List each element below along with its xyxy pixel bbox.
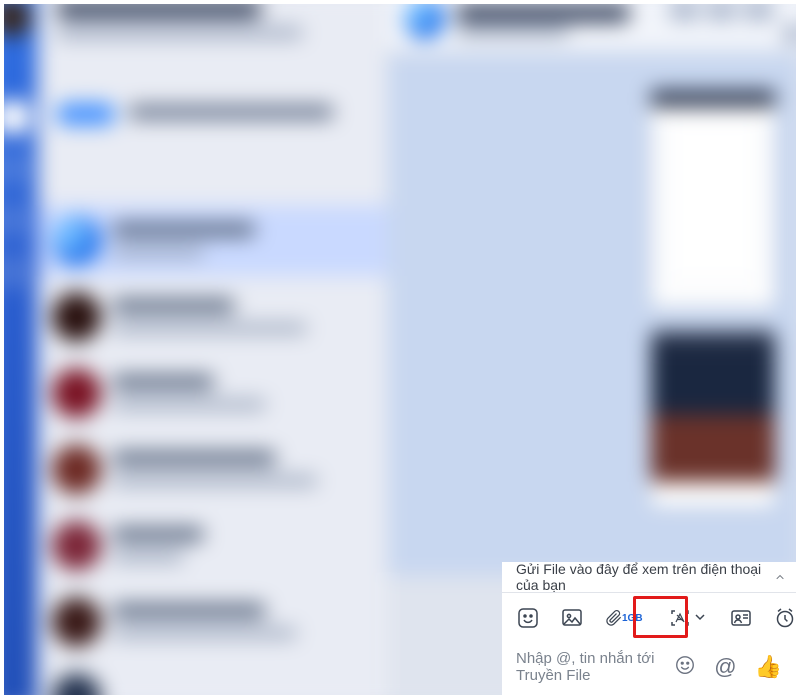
attach-size-badge: 1GB: [622, 613, 643, 624]
contact-header-sub: [56, 27, 303, 39]
chat-title: [456, 4, 631, 23]
filters-row: [128, 105, 334, 119]
chevron-up-icon[interactable]: [774, 570, 786, 584]
filter-pill[interactable]: [56, 103, 116, 126]
attach-button[interactable]: 1GB: [604, 605, 643, 631]
conversation-item[interactable]: [37, 434, 387, 504]
reminder-button[interactable]: [773, 605, 797, 631]
composer-hint-bar[interactable]: Gửi File vào đây để xem trên điện thoại …: [502, 562, 796, 593]
conversation-item-selected[interactable]: [37, 206, 387, 276]
header-action[interactable]: [670, 0, 699, 20]
conversation-item[interactable]: [37, 358, 387, 428]
chat-avatar[interactable]: [404, 0, 445, 39]
header-action[interactable]: [783, 25, 800, 44]
nav-chat-icon[interactable]: [0, 101, 29, 134]
nav-cloud-icon[interactable]: [0, 255, 29, 288]
dropdown-caret-icon[interactable]: [695, 609, 705, 627]
app-frame: Gửi File vào đây để xem trên điện thoại …: [0, 0, 800, 699]
chat-subtitle: [456, 27, 569, 37]
nav-rail: [0, 0, 37, 699]
conversation-item[interactable]: [37, 282, 387, 352]
conversation-item[interactable]: [37, 511, 387, 581]
like-button[interactable]: 👍: [755, 654, 782, 680]
composer-input[interactable]: Nhập @, tin nhắn tới Truyền File: [516, 650, 674, 684]
chat-header: [388, 0, 800, 49]
conversation-item[interactable]: [37, 587, 387, 657]
composer-input-row: Nhập @, tin nhắn tới Truyền File @ 👍: [502, 643, 796, 695]
composer-toolbar: 1GB: [502, 593, 796, 643]
message-attachment[interactable]: [651, 331, 775, 506]
composer-right-actions: @ 👍: [674, 654, 782, 681]
sticker-button[interactable]: [516, 605, 540, 631]
composer-hint-text: Gửi File vào đây để xem trên điện thoại …: [516, 561, 774, 593]
chat-messages-area[interactable]: [388, 53, 800, 575]
header-action[interactable]: [707, 0, 736, 20]
contact-header-name: [56, 0, 262, 18]
emoji-button[interactable]: [674, 654, 696, 681]
user-avatar[interactable]: [0, 0, 31, 37]
conversation-list: [37, 0, 387, 699]
message-attachment[interactable]: [651, 90, 775, 306]
conversation-item[interactable]: [37, 663, 387, 699]
header-action[interactable]: [744, 0, 773, 20]
screenshot-button[interactable]: [663, 603, 709, 633]
image-button[interactable]: [560, 605, 584, 631]
nav-contacts-icon[interactable]: [0, 152, 29, 185]
contact-card-button[interactable]: [729, 605, 753, 631]
nav-todo-icon[interactable]: [0, 204, 29, 237]
message-composer: Gửi File vào đây để xem trên điện thoại …: [502, 562, 796, 695]
mention-button[interactable]: @: [714, 654, 736, 680]
